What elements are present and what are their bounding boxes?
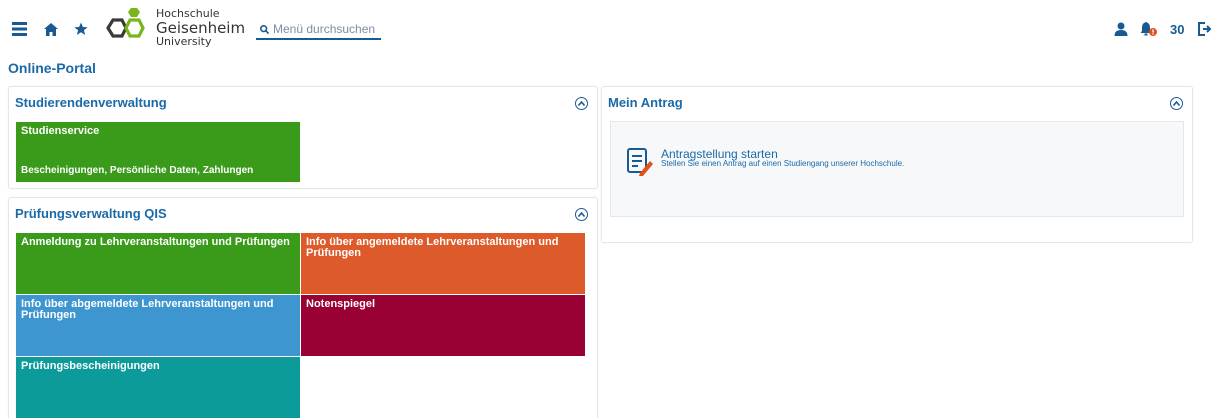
page-title: Online-Portal xyxy=(8,60,96,76)
logo-line-3: University xyxy=(156,35,212,48)
panel-title: Studierendenverwaltung xyxy=(15,95,167,110)
panel-mein-antrag: Mein Antrag Antragstellung starten Stell… xyxy=(601,86,1193,243)
panel-title: Mein Antrag xyxy=(608,95,683,110)
tile-title: Studienservice xyxy=(21,125,100,137)
antrag-description: Stellen Sie einen Antrag auf einen Studi… xyxy=(661,159,905,168)
menu-icon[interactable] xyxy=(10,20,28,38)
chevron-up-circle-icon[interactable] xyxy=(1170,97,1183,110)
user-icon[interactable] xyxy=(1112,20,1130,38)
tile-anmeldung[interactable]: Anmeldung zu Lehrveranstaltungen und Prü… xyxy=(16,233,300,294)
search-input[interactable] xyxy=(273,22,381,36)
home-icon[interactable] xyxy=(42,20,60,38)
form-edit-icon xyxy=(627,148,653,176)
notification-count: 30 xyxy=(1170,22,1185,37)
tile-title: Anmeldung zu Lehrveranstaltungen und Prü… xyxy=(21,236,290,248)
logo-hexagons-icon xyxy=(106,8,145,38)
tile-title: Prüfungsbescheinigungen xyxy=(21,360,160,372)
logo-text: Hochschule Geisenheim University xyxy=(156,8,245,48)
logo-line-2: Geisenheim xyxy=(156,19,246,37)
top-bar: Hochschule Geisenheim University 30 xyxy=(0,0,1215,56)
panel-pruefungsverwaltung: Prüfungsverwaltung QIS Anmeldung zu Lehr… xyxy=(8,197,598,418)
bell-icon[interactable] xyxy=(1140,20,1158,38)
search-icon xyxy=(260,24,269,34)
panel-title: Prüfungsverwaltung QIS xyxy=(15,206,167,221)
tile-notenspiegel[interactable]: Notenspiegel xyxy=(301,295,585,356)
logout-icon[interactable] xyxy=(1196,20,1214,38)
antrag-box[interactable]: Antragstellung starten Stellen Sie einen… xyxy=(610,121,1184,217)
panel-studierendenverwaltung: Studierendenverwaltung Studienservice Be… xyxy=(8,86,598,189)
menu-search[interactable] xyxy=(256,20,381,40)
chevron-up-circle-icon[interactable] xyxy=(575,97,588,110)
tile-info-abgemeldete[interactable]: Info über abgemeldete Lehrveranstaltunge… xyxy=(16,295,300,356)
tile-title: Info über abgemeldete Lehrveranstaltunge… xyxy=(21,298,274,321)
tile-title: Notenspiegel xyxy=(306,298,376,310)
tile-studienservice[interactable]: Studienservice Bescheinigungen, Persönli… xyxy=(16,122,300,182)
chevron-up-circle-icon[interactable] xyxy=(575,208,588,221)
tile-subtitle: Bescheinigungen, Persönliche Daten, Zahl… xyxy=(21,165,254,176)
tile-title: Info über angemeldete Lehrveranstaltunge… xyxy=(306,236,559,259)
tile-info-angemeldete[interactable]: Info über angemeldete Lehrveranstaltunge… xyxy=(301,233,585,294)
tile-pruefungsbescheinigungen[interactable]: Prüfungsbescheinigungen xyxy=(16,357,300,418)
university-logo[interactable]: Hochschule Geisenheim University xyxy=(104,7,245,49)
star-icon[interactable] xyxy=(72,20,90,38)
